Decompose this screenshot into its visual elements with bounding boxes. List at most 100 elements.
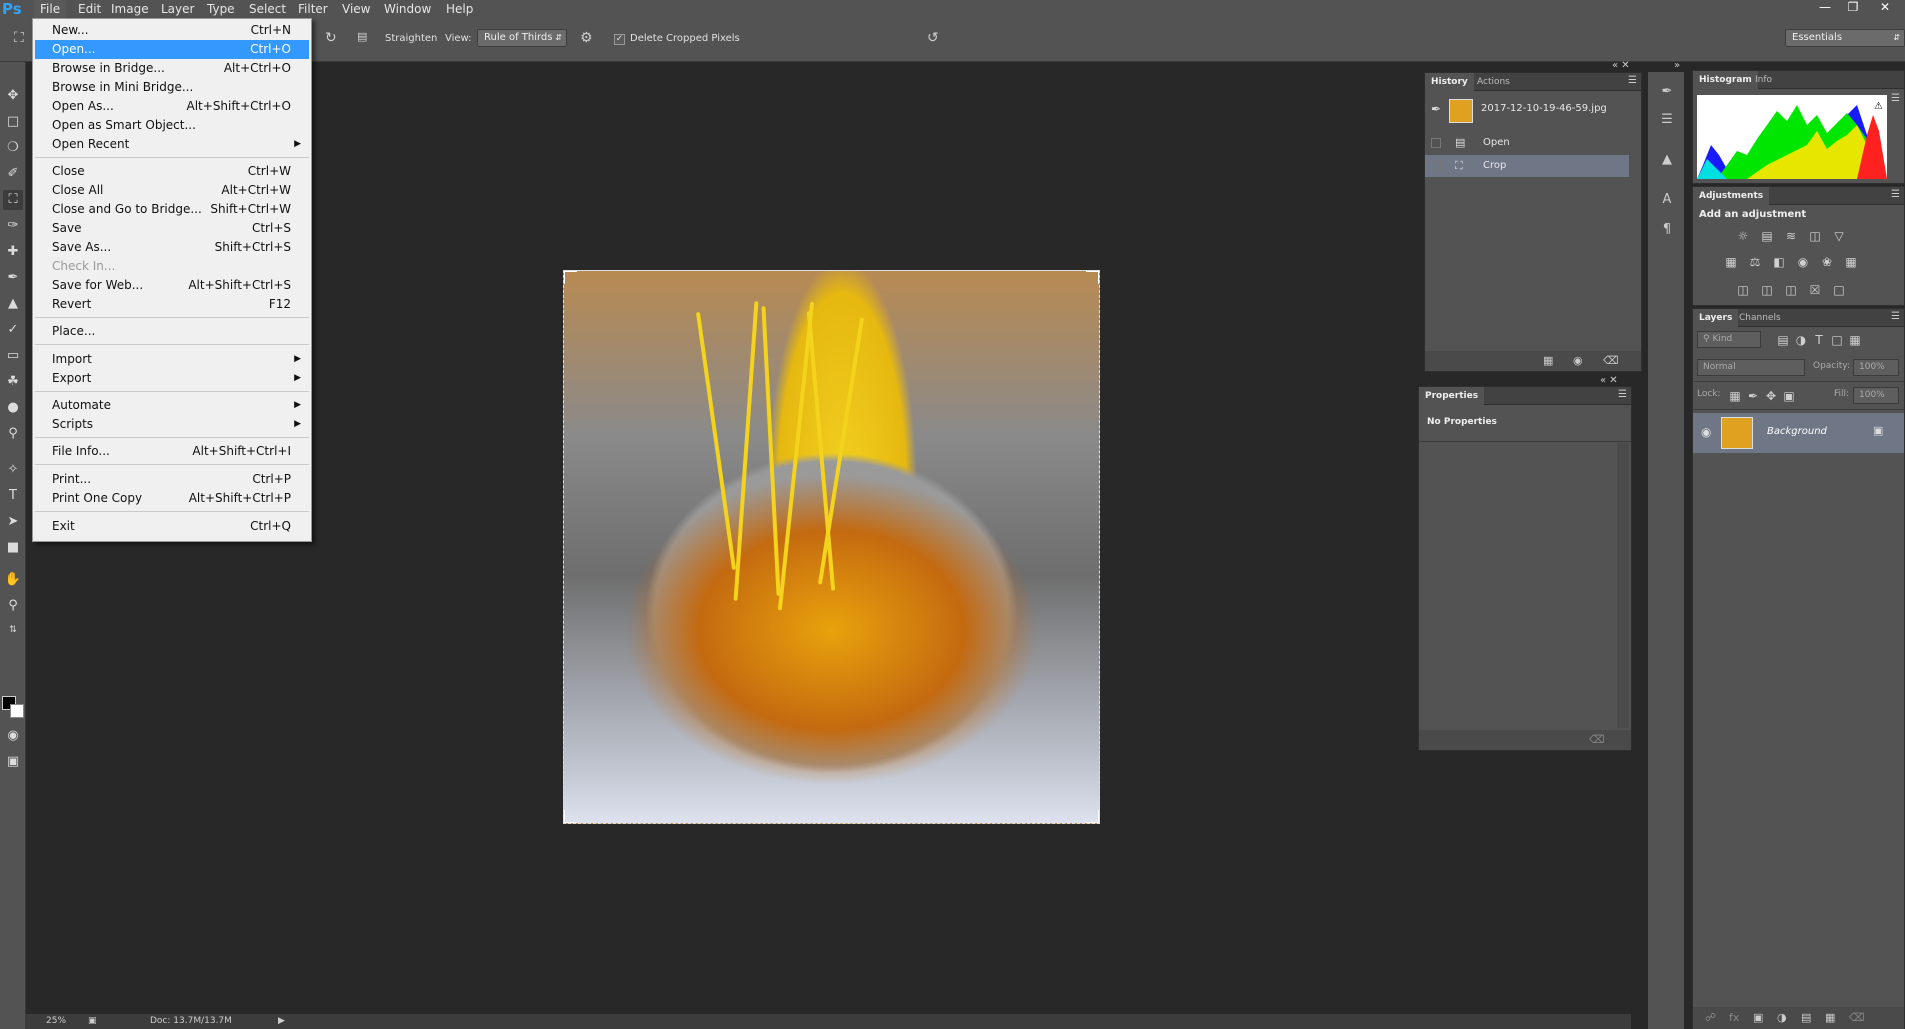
layer-style-icon[interactable]: fx [1729, 1011, 1739, 1024]
history-state-crop[interactable]: ⛶ Crop [1425, 155, 1629, 177]
move-tool-icon[interactable]: ✥ [3, 86, 23, 106]
vibrance-icon[interactable]: ▽ [1831, 229, 1847, 243]
menu-item-open-as-smart-object[interactable]: Open as Smart Object... [35, 116, 309, 135]
clone-source-icon[interactable]: ▲ [1658, 152, 1676, 170]
marquee-tool-icon[interactable]: □ [3, 112, 23, 132]
menu-item-automate[interactable]: Automate ▶ [35, 396, 309, 415]
crop-handle[interactable] [564, 810, 577, 823]
tab-history[interactable]: History [1425, 73, 1474, 91]
menu-item-browse-in-bridge[interactable]: Browse in Bridge... Alt+Ctrl+O [35, 59, 309, 78]
menu-help[interactable]: Help [440, 0, 479, 18]
curves-icon[interactable]: ≋ [1783, 229, 1799, 243]
swap-colors-icon[interactable]: ⇅ [3, 620, 23, 640]
black-white-icon[interactable]: ◧ [1771, 255, 1787, 269]
menu-file[interactable]: File [34, 0, 67, 18]
type-tool-icon[interactable]: T [3, 486, 23, 506]
menu-edit[interactable]: Edit [72, 0, 107, 18]
workspace-select[interactable]: Essentials ⇵ [1785, 29, 1905, 47]
opacity-input[interactable]: 100% [1853, 359, 1899, 376]
menu-item-close-and-go-to-bridge[interactable]: Close and Go to Bridge... Shift+Ctrl+W [35, 200, 309, 219]
lock-transparent-icon[interactable]: ▦ [1727, 389, 1743, 403]
trash-icon[interactable]: ⌫ [1849, 1011, 1865, 1024]
menu-item-scripts[interactable]: Scripts ▶ [35, 415, 309, 434]
delete-cropped-label[interactable]: Delete Cropped Pixels [630, 33, 740, 44]
hand-tool-icon[interactable]: ✋ [3, 570, 23, 590]
scrollbar[interactable] [1617, 443, 1629, 728]
trash-icon[interactable]: ⌫ [1589, 733, 1605, 746]
history-brush-checkbox[interactable] [1431, 138, 1441, 148]
posterize-icon[interactable]: ◫ [1759, 283, 1775, 297]
hue-saturation-icon[interactable]: ▦ [1723, 255, 1739, 269]
brightness-contrast-icon[interactable]: ☼ [1735, 229, 1751, 243]
restore-icon[interactable]: ❐ [1840, 0, 1866, 14]
document-canvas[interactable] [563, 270, 1100, 824]
color-lookup-icon[interactable]: ▦ [1843, 255, 1859, 269]
menu-item-revert[interactable]: Revert F12 [35, 295, 309, 314]
fill-input[interactable]: 100% [1853, 387, 1899, 404]
eyedropper-tool-icon[interactable]: ✑ [3, 216, 23, 236]
lock-all-icon[interactable]: ▣ [1781, 389, 1797, 403]
reset-icon[interactable]: ↺ [927, 30, 939, 46]
menu-item-file-info[interactable]: File Info... Alt+Shift+Ctrl+I [35, 442, 309, 461]
menu-layer[interactable]: Layer [155, 0, 200, 18]
panel-menu-icon[interactable]: ☰ [1628, 75, 1637, 86]
blur-tool-icon[interactable]: ● [3, 398, 23, 418]
crop-tool-preset-icon[interactable]: ⛶ [14, 30, 24, 46]
collapse-panels-icon[interactable]: « ✕ [1600, 375, 1618, 386]
filter-pixel-icon[interactable]: ▤ [1775, 333, 1791, 347]
brush-presets-icon[interactable]: ✒ [1658, 84, 1676, 102]
pen-tool-icon[interactable]: ✧ [3, 460, 23, 480]
character-icon[interactable]: A [1658, 192, 1676, 210]
exposure-icon[interactable]: ◫ [1807, 229, 1823, 243]
path-selection-tool-icon[interactable]: ➤ [3, 512, 23, 532]
eye-icon[interactable]: ◉ [1701, 425, 1711, 439]
zoom-tool-icon[interactable]: ⚲ [3, 596, 23, 616]
crop-handle[interactable] [1086, 810, 1099, 823]
threshold-icon[interactable]: ◫ [1783, 283, 1799, 297]
menu-item-save[interactable]: Save Ctrl+S [35, 219, 309, 238]
gear-icon[interactable]: ⚙ [580, 30, 593, 46]
menu-item-print-one-copy[interactable]: Print One Copy Alt+Shift+Ctrl+P [35, 489, 309, 508]
menu-item-save-as[interactable]: Save As... Shift+Ctrl+S [35, 238, 309, 257]
tool-presets-icon[interactable]: ☰ [1658, 112, 1676, 130]
delete-cropped-checkbox[interactable]: ✓ [614, 34, 625, 45]
new-document-from-state-icon[interactable]: ▦ [1543, 354, 1553, 367]
background-color-swatch[interactable] [10, 704, 24, 718]
tab-actions[interactable]: Actions [1471, 73, 1516, 91]
tab-info[interactable]: Info [1749, 71, 1778, 89]
lock-position-icon[interactable]: ✥ [1763, 389, 1779, 403]
rectangle-tool-icon[interactable]: ■ [3, 538, 23, 558]
menu-item-new[interactable]: New... Ctrl+N [35, 21, 309, 40]
rotate-icon[interactable]: ↻ [325, 30, 337, 46]
menu-item-export[interactable]: Export ▶ [35, 369, 309, 388]
paint-bucket-tool-icon[interactable]: ☘ [3, 372, 23, 392]
menu-item-save-for-web[interactable]: Save for Web... Alt+Shift+Ctrl+S [35, 276, 309, 295]
menu-item-print[interactable]: Print... Ctrl+P [35, 470, 309, 489]
layer-filter-kind-select[interactable]: ⚲ Kind [1697, 331, 1761, 348]
minimize-icon[interactable]: — [1812, 0, 1838, 14]
gradient-map-icon[interactable]: □ [1831, 283, 1847, 297]
crop-handle[interactable] [1086, 271, 1099, 284]
new-layer-icon[interactable]: ▦ [1825, 1011, 1835, 1024]
filter-shape-icon[interactable]: □ [1829, 333, 1845, 347]
clone-stamp-tool-icon[interactable]: ▲ [3, 294, 23, 314]
lasso-tool-icon[interactable]: ❍ [3, 138, 23, 158]
filter-type-icon[interactable]: T [1811, 333, 1827, 347]
menu-window[interactable]: Window [378, 0, 437, 18]
collapse-panels-icon[interactable]: » [1674, 60, 1680, 71]
quick-mask-icon[interactable]: ◉ [3, 726, 23, 746]
crop-handle[interactable] [564, 271, 577, 284]
panel-menu-icon[interactable]: ☰ [1891, 311, 1900, 322]
dodge-tool-icon[interactable]: ⚲ [3, 424, 23, 444]
menu-item-open[interactable]: Open... Ctrl+O [35, 40, 309, 59]
menu-type[interactable]: Type [201, 0, 241, 18]
history-brush-checkbox[interactable] [1431, 161, 1441, 171]
collapse-panels-icon[interactable]: « ✕ [1612, 60, 1630, 71]
panel-menu-icon[interactable]: ☰ [1891, 189, 1900, 200]
tab-layers[interactable]: Layers [1693, 309, 1739, 327]
levels-icon[interactable]: ▤ [1759, 229, 1775, 243]
layer-row-background[interactable]: ◉ Background ▣ [1693, 413, 1904, 453]
channel-mixer-icon[interactable]: ❀ [1819, 255, 1835, 269]
menu-item-close[interactable]: Close Ctrl+W [35, 162, 309, 181]
straighten-label[interactable]: Straighten [385, 33, 437, 44]
